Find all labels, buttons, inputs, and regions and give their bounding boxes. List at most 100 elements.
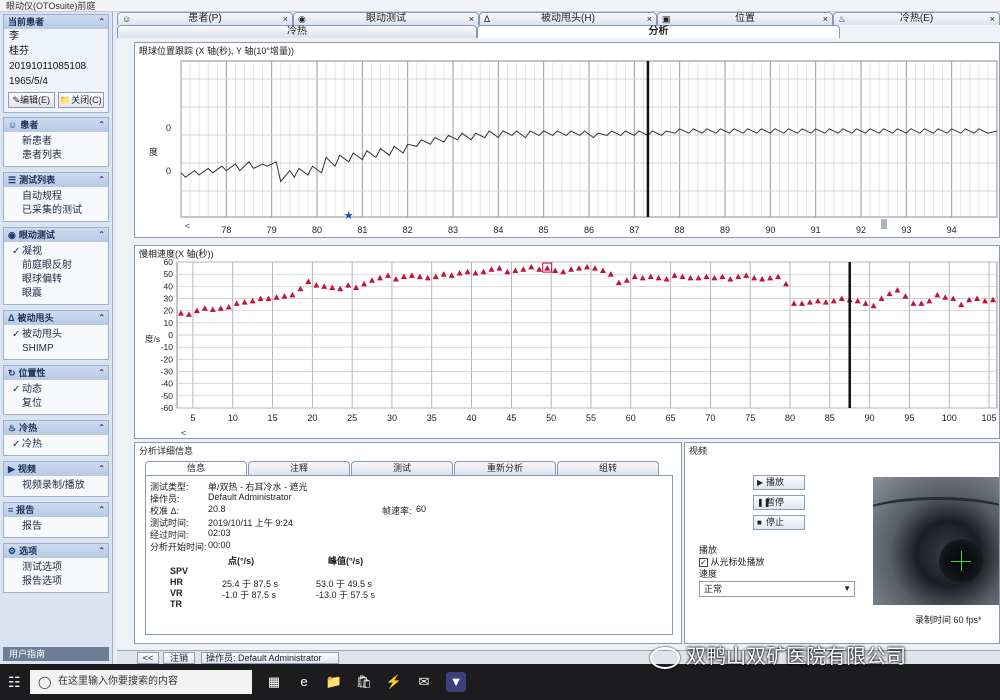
sidebar-item[interactable]: 患者列表 bbox=[12, 149, 108, 163]
x-tick-label: 45 bbox=[506, 413, 516, 423]
report-icon: ≡ bbox=[8, 505, 14, 515]
taskbar-search-input[interactable]: ◯ 在这里输入你要搜索的内容 bbox=[30, 670, 252, 694]
sidebar-item[interactable]: 冷热 bbox=[12, 438, 108, 452]
sidebar-group-header[interactable]: ↻ 位置性 ⌃ bbox=[4, 366, 108, 380]
collapse-icon[interactable]: ⌃ bbox=[98, 311, 105, 325]
scroll-left-icon[interactable]: < bbox=[181, 428, 186, 438]
close-patient-button[interactable]: 📁关闭(C) bbox=[57, 92, 104, 108]
sidebar-item[interactable]: SHIMP bbox=[12, 342, 108, 356]
play-button[interactable]: ▶ 播放 bbox=[753, 475, 805, 490]
file-explorer-icon[interactable]: 📁 bbox=[324, 672, 344, 692]
sidebar-group-header[interactable]: ▶ 视频 ⌃ bbox=[4, 462, 108, 476]
x-tick-label: 100 bbox=[942, 413, 957, 423]
windows-start-icon[interactable]: ☷ bbox=[8, 674, 21, 691]
y-tick-label: 0 bbox=[166, 166, 171, 176]
sidebar-item[interactable]: 测试选项 bbox=[12, 561, 108, 575]
sidebar-item[interactable]: 眼震 bbox=[12, 287, 108, 301]
sidebar-group-header[interactable]: ☰ 测试列表 ⌃ bbox=[4, 173, 108, 187]
sidebar-group-4: ↻位置性⌃ 动态复位 bbox=[3, 365, 109, 415]
tab-top-1[interactable]: ◉ 眼动测试 × bbox=[293, 12, 479, 25]
edit-button[interactable]: ✎编辑(E) bbox=[8, 92, 55, 108]
sidebar-item[interactable]: 凝视 bbox=[12, 245, 108, 259]
detail-tab-1[interactable]: 注释 bbox=[248, 461, 350, 475]
crosshair-icon-vertical bbox=[961, 551, 962, 571]
task-view-icon[interactable]: ▦ bbox=[264, 672, 284, 692]
collapse-icon[interactable]: ⌃ bbox=[98, 462, 105, 476]
sidebar-item[interactable]: 眼球偏转 bbox=[12, 273, 108, 287]
video-icon: ▶ bbox=[8, 464, 15, 474]
detail-tab-3[interactable]: 重新分析 bbox=[454, 461, 556, 475]
tab-top-2[interactable]: Δ 被动甩头(H) × bbox=[479, 12, 657, 25]
sidebar-item[interactable]: 视频录制/播放 bbox=[12, 479, 108, 493]
tab-top-0[interactable]: ☺ 患者(P) × bbox=[117, 12, 293, 25]
checkbox-icon[interactable]: ✓ bbox=[699, 558, 708, 568]
sidebar-item[interactable]: 新患者 bbox=[12, 135, 108, 149]
pause-button[interactable]: ❚❚ 暂停 bbox=[753, 495, 805, 510]
store-icon[interactable]: 🛍 bbox=[354, 672, 374, 692]
close-icon[interactable]: × bbox=[823, 13, 828, 25]
app-lightning-icon[interactable]: ⚡ bbox=[384, 672, 404, 692]
sidebar-item[interactable]: 动态 bbox=[12, 383, 108, 397]
speed-label: 速度 bbox=[699, 569, 718, 579]
sidebar-item[interactable]: 被动甩头 bbox=[12, 328, 108, 342]
y-tick-label: -50 bbox=[161, 391, 174, 401]
sidebar-item[interactable]: 自动规程 bbox=[12, 190, 108, 204]
x-tick-label: 79 bbox=[267, 225, 277, 235]
otosuite-app-icon[interactable]: ▼ bbox=[446, 672, 466, 692]
close-icon[interactable]: × bbox=[469, 13, 474, 25]
sidebar-group-3: Δ被动甩头⌃ 被动甩头SHIMP bbox=[3, 310, 109, 360]
y-tick-label: 10 bbox=[164, 318, 174, 328]
x-tick-label: 93 bbox=[901, 225, 911, 235]
sidebar-group-header[interactable]: ☺ 患者 ⌃ bbox=[4, 118, 108, 132]
scroll-left-icon[interactable]: < bbox=[185, 221, 190, 231]
x-tick-label: 35 bbox=[427, 413, 437, 423]
analysis-start-value: 00:00 bbox=[208, 540, 231, 550]
sidebar-item[interactable]: 已采集的测试 bbox=[12, 204, 108, 218]
sidebar-group-header[interactable]: ⚙ 选项 ⌃ bbox=[4, 544, 108, 558]
sidebar-group-header[interactable]: ♨ 冷热 ⌃ bbox=[4, 421, 108, 435]
collapse-icon[interactable]: ⌃ bbox=[98, 421, 105, 435]
speed-select[interactable]: 正常 ▼ bbox=[699, 581, 855, 597]
detail-tab-0[interactable]: 信息 bbox=[145, 461, 247, 475]
mail-icon[interactable]: ✉ bbox=[414, 672, 434, 692]
search-icon: ◯ bbox=[38, 675, 52, 689]
sidebar-item[interactable]: 报告选项 bbox=[12, 575, 108, 589]
tab-top-4[interactable]: ♨ 冷热(E) × bbox=[833, 12, 1000, 25]
sidebar-group-header[interactable]: Δ 被动甩头 ⌃ bbox=[4, 311, 108, 325]
tab-sub-1[interactable]: 分析 bbox=[477, 25, 840, 38]
x-tick-label: 85 bbox=[539, 225, 549, 235]
tab-sub-0[interactable]: 冷热 bbox=[117, 25, 477, 38]
sidebar: 当前患者 ⌃ 李 桂芬 20191011085108 1965/5/4 ✎编辑(… bbox=[0, 12, 113, 664]
edge-browser-icon[interactable]: e bbox=[294, 672, 314, 692]
detail-tab-2[interactable]: 测试 bbox=[351, 461, 453, 475]
sidebar-item[interactable]: 前庭眼反射 bbox=[12, 259, 108, 273]
scroll-thumb[interactable] bbox=[881, 219, 887, 229]
x-tick-label: 5 bbox=[190, 413, 195, 423]
collapse-icon[interactable]: ⌃ bbox=[98, 118, 105, 132]
logout-button[interactable]: 注销 bbox=[163, 652, 195, 664]
stop-button[interactable]: ■ 停止 bbox=[753, 515, 805, 530]
tab-top-3[interactable]: ▣ 位置 × bbox=[657, 12, 833, 25]
collapse-icon[interactable]: ⌃ bbox=[98, 228, 105, 242]
patient-birthdate: 1965/5/4 bbox=[9, 76, 48, 87]
sidebar-item[interactable]: 报告 bbox=[12, 520, 108, 534]
close-icon[interactable]: × bbox=[283, 13, 288, 25]
close-icon[interactable]: × bbox=[990, 13, 995, 25]
sidebar-item[interactable]: 复位 bbox=[12, 397, 108, 411]
car-icon: ▣ bbox=[662, 14, 671, 24]
back-button[interactable]: << bbox=[137, 652, 159, 664]
user-guide-button[interactable]: 用户指南 bbox=[3, 647, 109, 661]
eye-video-frame[interactable] bbox=[873, 477, 999, 605]
sidebar-group-header[interactable]: ◉ 眼动测试 ⌃ bbox=[4, 228, 108, 242]
elapsed-value: 02:03 bbox=[208, 528, 231, 538]
close-icon[interactable]: × bbox=[647, 13, 652, 25]
detail-tab-4[interactable]: 组转 bbox=[557, 461, 659, 475]
sidebar-group-header[interactable]: ≡ 报告 ⌃ bbox=[4, 503, 108, 517]
collapse-icon[interactable]: ⌃ bbox=[98, 173, 105, 187]
collapse-icon[interactable]: ⌃ bbox=[98, 503, 105, 517]
star-marker-icon[interactable]: ★ bbox=[344, 210, 354, 222]
collapse-icon[interactable]: ⌃ bbox=[98, 366, 105, 380]
collapse-icon[interactable]: ⌃ bbox=[98, 15, 105, 29]
sidebar-group-1: ☰ 测试列表 ⌃ 自动规程 已采集的测试 bbox=[3, 172, 109, 222]
collapse-icon[interactable]: ⌃ bbox=[98, 544, 105, 558]
